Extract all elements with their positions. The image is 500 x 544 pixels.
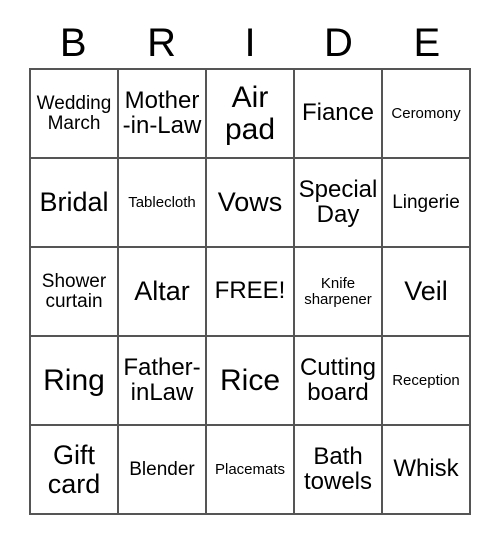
bingo-cell-label: Whisk [393,455,459,483]
bingo-cell-label: Veil [404,276,448,307]
header-letter-d: D [323,21,353,65]
bingo-cell-label: Reception [392,371,460,389]
bingo-cell-free-space[interactable]: FREE! [207,248,295,337]
bingo-cell-label: Rice [219,363,280,397]
bingo-cell-r5c4[interactable]: Bath towels [295,426,383,515]
bingo-cell-label: Ceromony [391,104,461,122]
bingo-cell-label: Special Day [298,175,378,228]
header-letter-r: R [147,21,177,65]
bingo-cell-label: Bath towels [303,442,373,495]
bingo-cell-label: Shower curtain [41,270,107,312]
bingo-cell-label: Gift card [47,440,101,499]
bingo-cell-r1c4[interactable]: Fiance [295,70,383,159]
bingo-cell-label: Lingerie [392,191,460,213]
header-letter-e: E [413,21,441,65]
header-letter-i: I [244,21,256,65]
bingo-cell-r4c1[interactable]: Ring [31,337,119,426]
bingo-cell-r1c5[interactable]: Ceromony [383,70,471,159]
free-space-label: FREE! [214,277,286,305]
bingo-cell-r1c3[interactable]: Air pad [207,70,295,159]
bingo-cell-r4c4[interactable]: Cutting board [295,337,383,426]
bingo-cell-label: Altar [134,276,190,307]
bingo-cell-r2c1[interactable]: Bridal [31,159,119,248]
bingo-cell-r4c3[interactable]: Rice [207,337,295,426]
bingo-cell-r5c5[interactable]: Whisk [383,426,471,515]
bingo-cell-r1c1[interactable]: Wedding March [31,70,119,159]
bingo-cell-label: Blender [129,458,195,480]
bingo-cell-r2c4[interactable]: Special Day [295,159,383,248]
bingo-cell-label: Tablecloth [128,193,196,211]
bingo-cell-r3c5[interactable]: Veil [383,248,471,337]
bingo-cell-r3c2[interactable]: Altar [119,248,207,337]
bingo-cell-label: Fiance [301,99,375,127]
bingo-cell-r2c5[interactable]: Lingerie [383,159,471,248]
bingo-cell-label: Father-inLaw [123,353,201,406]
bingo-cell-label: Wedding March [36,92,112,134]
bingo-card: B R I D E Wedding March Mother-in-Law Ai… [0,0,500,544]
bingo-cell-label: Vows [217,187,283,218]
bingo-cell-r3c4[interactable]: Knife sharpener [295,248,383,337]
bingo-cell-label: Cutting board [299,353,377,406]
bingo-cell-r2c2[interactable]: Tablecloth [119,159,207,248]
bingo-cell-r4c2[interactable]: Father-inLaw [119,337,207,426]
bingo-cell-r4c5[interactable]: Reception [383,337,471,426]
bingo-grid: Wedding March Mother-in-Law Air pad Fian… [29,68,471,515]
bingo-cell-r5c3[interactable]: Placemats [207,426,295,515]
bingo-cell-label: Ring [43,363,105,397]
bingo-cell-label: Placemats [214,460,286,478]
bingo-header-row: B R I D E [29,18,471,68]
header-letter-b: B [59,21,87,65]
bingo-cell-r3c1[interactable]: Shower curtain [31,248,119,337]
bingo-cell-r5c2[interactable]: Blender [119,426,207,515]
bingo-cell-label: Air pad [224,81,276,146]
bingo-cell-label: Mother-in-Law [122,86,202,139]
bingo-cell-r1c2[interactable]: Mother-in-Law [119,70,207,159]
bingo-cell-r5c1[interactable]: Gift card [31,426,119,515]
bingo-cell-label: Knife sharpener [304,274,372,308]
bingo-cell-r2c3[interactable]: Vows [207,159,295,248]
bingo-cell-label: Bridal [39,187,109,218]
